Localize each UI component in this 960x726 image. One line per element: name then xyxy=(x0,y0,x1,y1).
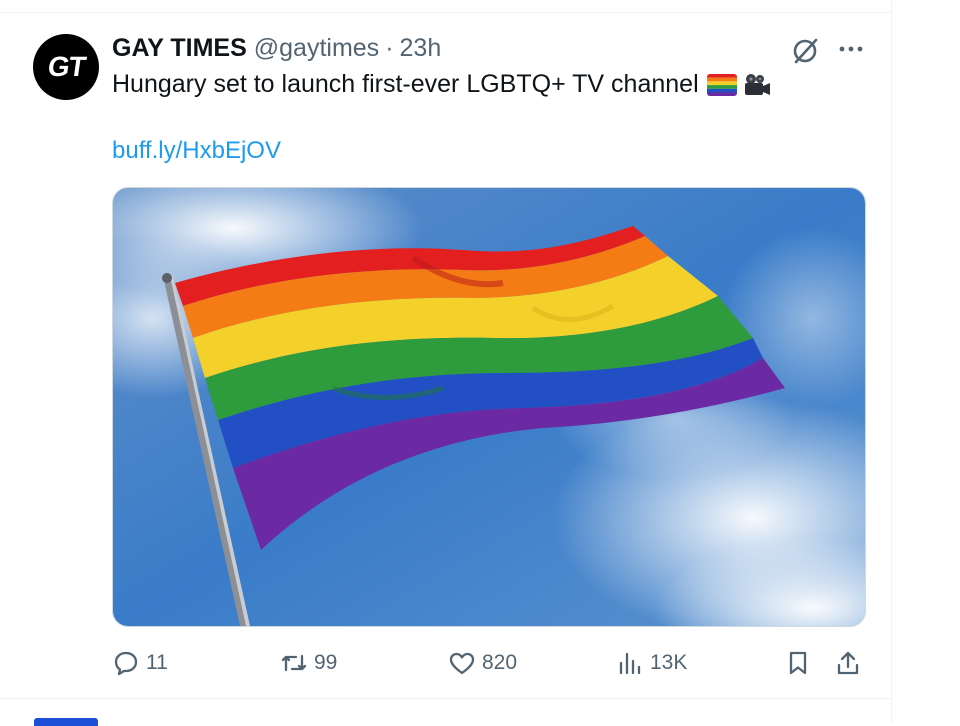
avatar[interactable]: GT xyxy=(33,34,99,100)
like-button[interactable]: 820 xyxy=(448,645,517,681)
share-button[interactable] xyxy=(834,645,862,681)
timeline-column-border xyxy=(891,0,892,723)
reply-button[interactable]: 11 xyxy=(112,645,168,681)
reply-icon xyxy=(114,651,138,676)
handle[interactable]: @gaytimes xyxy=(254,34,379,63)
views-count: 13K xyxy=(650,651,688,674)
rainbow-flag-photo xyxy=(113,188,865,626)
tweet-text: Hungary set to launch first-ever LGBTQ+ … xyxy=(112,70,771,99)
retweet-icon xyxy=(281,654,307,672)
rainbow-flag-emoji-icon xyxy=(706,73,737,96)
tweet-actions: 11 99 820 13K xyxy=(112,645,864,681)
movie-camera-emoji-icon xyxy=(744,73,770,95)
tweet-media-image[interactable] xyxy=(112,187,866,627)
more-options-icon[interactable] xyxy=(836,36,866,62)
like-count: 820 xyxy=(482,651,518,674)
tweet-divider xyxy=(0,698,891,699)
grok-icon[interactable] xyxy=(790,36,820,66)
views-chart-icon xyxy=(619,652,641,675)
top-divider xyxy=(0,12,891,13)
reply-count: 11 xyxy=(146,651,168,674)
heart-icon xyxy=(449,652,475,675)
share-icon xyxy=(837,651,859,675)
tweet-link[interactable]: buff.ly/HxbEjOV xyxy=(112,137,281,165)
tweet-text-content: Hungary set to launch first-ever LGBTQ+ … xyxy=(112,70,699,98)
bookmark-button[interactable] xyxy=(784,645,812,681)
separator-dot: · xyxy=(385,34,394,62)
timestamp[interactable]: 23h xyxy=(400,34,442,63)
display-name[interactable]: GAY TIMES xyxy=(112,34,247,63)
retweet-button[interactable]: 99 xyxy=(280,645,337,681)
retweet-count: 99 xyxy=(314,651,338,674)
bookmark-icon xyxy=(789,651,807,675)
avatar-logo-text: GT xyxy=(45,51,87,82)
views-button[interactable]: 13K xyxy=(616,645,687,681)
next-tweet-avatar[interactable] xyxy=(34,718,98,726)
tweet-header: GAY TIMES @gaytimes · 23h xyxy=(112,34,441,66)
